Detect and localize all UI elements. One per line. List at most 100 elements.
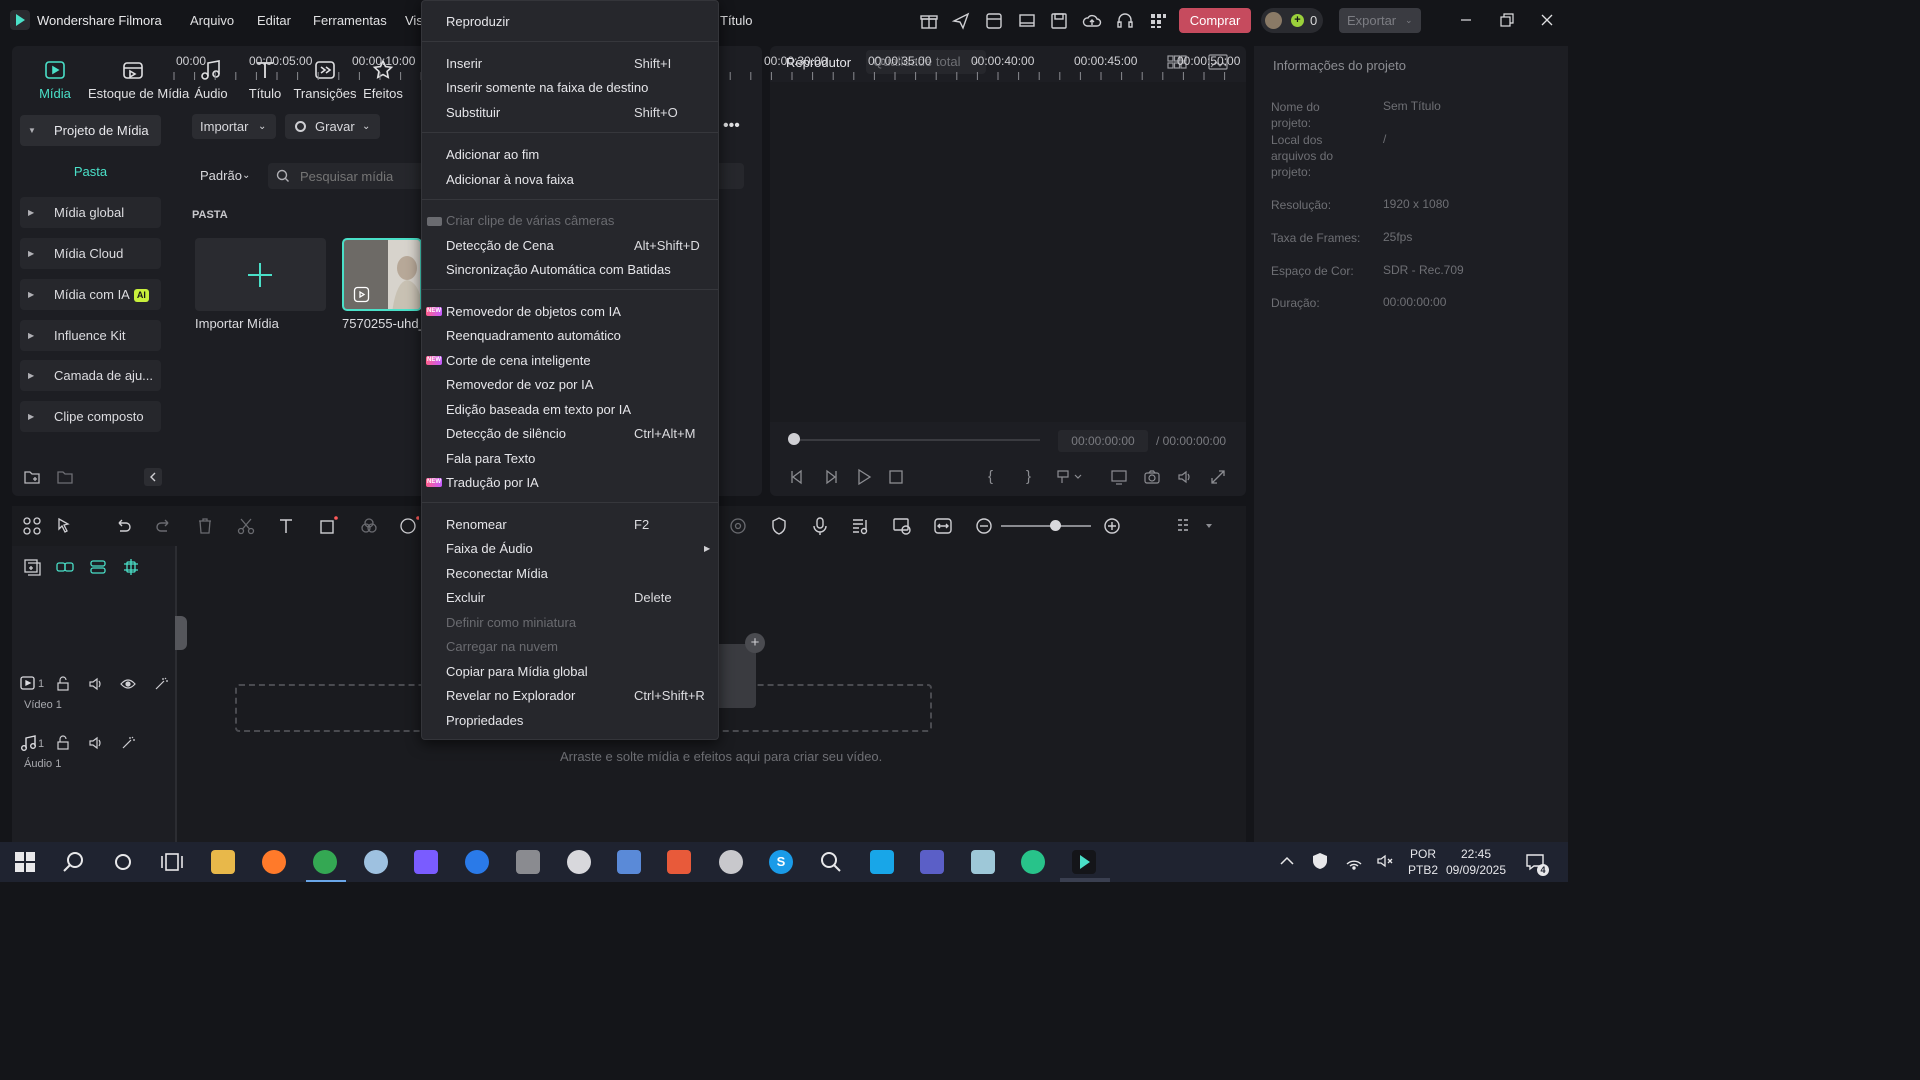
menu-item-smart-scene-cut[interactable]: Corte de cena inteligente xyxy=(446,353,591,368)
link-icon[interactable] xyxy=(55,557,75,577)
stabilize-icon[interactable] xyxy=(728,516,748,536)
headset-support-icon[interactable] xyxy=(1115,11,1135,31)
menu-item-auto-reframe[interactable]: Reenquadramento automático xyxy=(446,328,621,343)
task-view-icon[interactable] xyxy=(160,850,184,874)
send-icon[interactable] xyxy=(951,11,971,31)
stop-icon[interactable] xyxy=(887,468,905,486)
apps-grid-icon[interactable] xyxy=(1148,11,1168,31)
eye-icon[interactable] xyxy=(120,676,136,692)
menu-item-play[interactable]: Reproduzir xyxy=(446,14,510,29)
magnifier-icon[interactable] xyxy=(819,850,843,874)
paint-icon[interactable] xyxy=(364,850,388,874)
record-dropdown[interactable]: Gravar ⌄ xyxy=(285,114,380,139)
teams-icon[interactable] xyxy=(920,850,944,874)
fullscreen-icon[interactable] xyxy=(1209,468,1227,486)
audio-mix-icon[interactable] xyxy=(851,516,871,536)
play-icon[interactable] xyxy=(855,468,873,486)
media-clip-thumbnail[interactable] xyxy=(342,238,422,311)
lock-icon[interactable] xyxy=(55,676,71,692)
clock-app-icon[interactable] xyxy=(567,850,591,874)
lock-icon[interactable] xyxy=(55,735,71,751)
menu-item-audio-track[interactable]: Faixa de Áudio xyxy=(446,541,533,556)
system-clock[interactable]: 22:45 09/09/2025 xyxy=(1444,846,1508,878)
crop-icon[interactable] xyxy=(318,516,338,536)
speaker-icon[interactable] xyxy=(88,676,104,692)
restore-icon[interactable] xyxy=(1498,11,1516,29)
chevron-up-icon[interactable] xyxy=(1278,852,1296,870)
add-track-icon[interactable] xyxy=(22,557,42,577)
muted-speaker-icon[interactable] xyxy=(1376,852,1394,870)
control-panel-icon[interactable] xyxy=(516,850,540,874)
fit-width-icon[interactable] xyxy=(933,516,953,536)
previous-frame-icon[interactable] xyxy=(788,468,806,486)
scrubber-handle[interactable] xyxy=(788,433,800,445)
menu-item-properties[interactable]: Propriedades xyxy=(446,713,523,728)
nav-ai-media[interactable]: ▶ Mídia com IA AI xyxy=(20,279,161,310)
shield-icon[interactable] xyxy=(769,516,789,536)
menu-ferramentas[interactable]: Ferramentas xyxy=(313,13,387,28)
new-folder-icon[interactable] xyxy=(23,468,41,486)
nav-global-media[interactable]: ▶ Mídia global xyxy=(20,197,161,228)
wifi-icon[interactable] xyxy=(1345,852,1363,870)
search-icon[interactable] xyxy=(62,850,86,874)
cloud-upload-icon[interactable] xyxy=(1082,11,1102,31)
security-shield-icon[interactable] xyxy=(1311,852,1329,870)
camera-snapshot-icon[interactable] xyxy=(1143,468,1161,486)
nav-influence-kit[interactable]: ▶ Influence Kit xyxy=(20,320,161,351)
menu-item-scene-detection[interactable]: Detecção de Cena xyxy=(446,238,554,253)
gift-icon[interactable] xyxy=(919,11,939,31)
zoom-slider-handle[interactable] xyxy=(1050,520,1061,531)
buy-button[interactable]: Comprar xyxy=(1179,8,1251,33)
playhead-handle[interactable] xyxy=(175,616,187,650)
select-tool-icon[interactable] xyxy=(55,516,75,536)
file-explorer-icon[interactable] xyxy=(211,850,235,874)
zoom-in-icon[interactable] xyxy=(1102,516,1122,536)
edge-icon[interactable] xyxy=(1021,850,1045,874)
sort-dropdown[interactable]: Padrão ⌄ xyxy=(192,163,260,188)
import-dropdown[interactable]: Importar ⌄ xyxy=(192,114,276,139)
menu-item-ai-vocal-remover[interactable]: Removedor de voz por IA xyxy=(446,377,593,392)
undo-icon[interactable] xyxy=(113,516,133,536)
windows-start-icon[interactable] xyxy=(13,850,37,874)
magic-wand-icon[interactable] xyxy=(153,676,169,692)
nav-folder[interactable]: Pasta xyxy=(20,156,161,187)
menu-item-delete[interactable]: Excluir xyxy=(446,590,485,605)
menu-item-ai-object-remover[interactable]: Removedor de objetos com IA xyxy=(446,304,621,319)
snap-icon[interactable] xyxy=(88,557,108,577)
menu-item-text-based-editing[interactable]: Edição baseada em texto por IA xyxy=(446,402,631,417)
scissors-icon[interactable] xyxy=(236,516,256,536)
input-language[interactable]: POR PTB2 xyxy=(1408,846,1438,878)
more-options-icon[interactable]: ••• xyxy=(723,118,743,134)
color-icon[interactable] xyxy=(359,516,379,536)
folder-icon[interactable] xyxy=(56,468,74,486)
delete-icon[interactable] xyxy=(195,516,215,536)
magic-wand-icon[interactable] xyxy=(120,735,136,751)
snipping-tool-icon[interactable] xyxy=(719,850,743,874)
sync-app-icon[interactable] xyxy=(465,850,489,874)
menu-item-insert[interactable]: Inserir xyxy=(446,56,482,71)
calculator-icon[interactable] xyxy=(617,850,641,874)
collapse-panel-icon[interactable] xyxy=(144,468,162,486)
menu-item-silence-detection[interactable]: Detecção de silêncio xyxy=(446,426,566,441)
redo-icon[interactable] xyxy=(154,516,174,536)
skype-icon[interactable]: S xyxy=(769,850,793,874)
current-time[interactable]: 00:00:00:00 xyxy=(1058,430,1148,452)
menu-item-insert-target-track[interactable]: Inserir somente na faixa de destino xyxy=(446,80,648,95)
nav-project-media[interactable]: ▼ Projeto de Mídia xyxy=(20,115,161,146)
menu-item-append[interactable]: Adicionar ao fim xyxy=(446,147,539,162)
menu-item-speech-to-text[interactable]: Fala para Texto xyxy=(446,451,535,466)
mark-in-icon[interactable]: { xyxy=(988,468,1006,486)
menu-item-beat-sync[interactable]: Sincronização Automática com Batidas xyxy=(446,262,671,277)
zoom-slider[interactable] xyxy=(1001,525,1091,527)
menu-item-add-new-track[interactable]: Adicionar à nova faixa xyxy=(446,172,574,187)
import-media-tile[interactable] xyxy=(195,238,326,311)
menu-editar[interactable]: Editar xyxy=(257,13,291,28)
close-icon[interactable] xyxy=(1538,11,1556,29)
mark-out-icon[interactable]: } xyxy=(1026,468,1044,486)
layout-icon[interactable] xyxy=(22,516,42,536)
export-button[interactable]: Exportar ⌄ xyxy=(1339,8,1421,33)
nav-cloud-media[interactable]: ▶ Mídia Cloud xyxy=(20,238,161,269)
copilot-icon[interactable] xyxy=(414,850,438,874)
monitor-icon[interactable] xyxy=(1017,11,1037,31)
cc-app-icon[interactable] xyxy=(870,850,894,874)
